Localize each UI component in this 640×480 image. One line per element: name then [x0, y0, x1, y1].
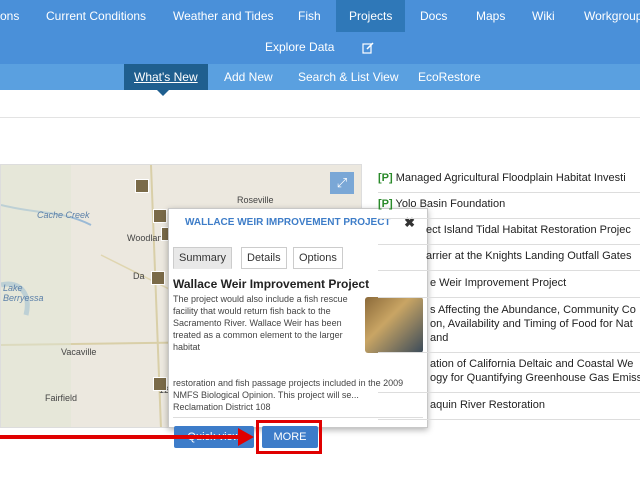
- sub-nav-add-new[interactable]: Add New: [224, 64, 273, 90]
- project-photo: [365, 297, 423, 353]
- nav-item-fish[interactable]: Fish: [298, 0, 321, 32]
- nav-item-maps[interactable]: Maps: [476, 0, 505, 32]
- nav-item-wiki[interactable]: Wiki: [532, 0, 555, 32]
- map-project-marker[interactable]: [153, 209, 167, 223]
- project-popup: WALLACE WEIR IMPROVEMENT PROJECT ✖ Summa…: [168, 208, 428, 428]
- list-item[interactable]: ation of California Deltaic and Coastal …: [430, 358, 640, 370]
- nav-item-weather-and-tides[interactable]: Weather and Tides: [173, 0, 274, 32]
- list-item[interactable]: e Weir Improvement Project: [430, 277, 640, 289]
- list-divider: [378, 297, 640, 298]
- list-divider: [378, 192, 640, 193]
- nav-item-docs[interactable]: Docs: [420, 0, 447, 32]
- list-divider: [378, 419, 640, 420]
- map-label-roseville: Roseville: [237, 195, 274, 205]
- map-project-marker[interactable]: [153, 377, 167, 391]
- explore-data-link[interactable]: Explore Data: [265, 32, 334, 62]
- nav-item-projects[interactable]: Projects: [336, 0, 406, 32]
- annotation-highlight-box: [256, 420, 322, 454]
- popup-agency: Reclamation District 108: [173, 402, 271, 412]
- nav-item-ons[interactable]: ons: [0, 0, 19, 32]
- popup-tab-options[interactable]: Options: [293, 247, 343, 269]
- sub-nav-whats-new[interactable]: What's New: [124, 64, 208, 90]
- map-label-berryessa: Berryessa: [3, 293, 44, 303]
- active-tab-caret: [156, 89, 170, 96]
- list-item[interactable]: and: [430, 332, 640, 344]
- sub-nav-ecorestore[interactable]: EcoRestore: [418, 64, 481, 90]
- map-label-fairfield: Fairfield: [45, 393, 78, 403]
- sub-nav-search-list-view[interactable]: Search & List View: [298, 64, 399, 90]
- top-nav-row: ons Current Conditions Weather and Tides…: [0, 0, 640, 32]
- sub-navigation-bar: What's New Add New Search & List View Ec…: [0, 64, 640, 90]
- popup-tab-summary[interactable]: Summary: [173, 247, 233, 269]
- edit-icon[interactable]: [362, 32, 374, 62]
- annotation-arrow-head: [238, 428, 254, 446]
- popup-title: WALLACE WEIR IMPROVEMENT PROJECT: [185, 217, 391, 228]
- list-item[interactable]: [P] Managed Agricultural Floodplain Habi…: [378, 172, 640, 184]
- nav-item-current-conditions[interactable]: Current Conditions: [46, 0, 146, 32]
- popup-tab-details[interactable]: Details: [241, 247, 287, 269]
- list-divider: [378, 352, 640, 353]
- list-item[interactable]: ogy for Quantifying Greenhouse Gas Emiss: [430, 372, 640, 384]
- list-item[interactable]: [P] Yolo Basin Foundation: [378, 198, 640, 210]
- list-divider: [378, 218, 640, 219]
- map-label-cache-creek: Cache Creek: [37, 210, 90, 220]
- popup-summary-text-more: restoration and fish passage projects in…: [173, 378, 404, 400]
- popup-summary-text: The project would also include a fish re…: [173, 294, 348, 352]
- map-project-marker[interactable]: [135, 179, 149, 193]
- project-type-tag: [P]: [378, 198, 393, 210]
- map-label-lake: Lake: [3, 283, 23, 293]
- popup-project-heading: Wallace Weir Improvement Project: [173, 277, 370, 291]
- list-divider: [378, 270, 640, 271]
- top-navigation-bar: ons Current Conditions Weather and Tides…: [0, 0, 640, 64]
- map-project-marker[interactable]: [151, 271, 165, 285]
- list-item[interactable]: s Affecting the Abundance, Community Co: [430, 304, 640, 316]
- list-item[interactable]: aquin River Restoration: [430, 399, 640, 411]
- map-label-vacaville: Vacaville: [61, 347, 97, 357]
- annotation-arrow-shaft: [0, 435, 240, 439]
- nav-item-workgroup[interactable]: Workgroup: [584, 0, 640, 32]
- project-title: Managed Agricultural Floodplain Habitat …: [392, 172, 626, 184]
- section-divider: [0, 117, 640, 118]
- expand-icon[interactable]: ⤢: [330, 172, 354, 194]
- list-divider: [378, 392, 640, 393]
- list-item[interactable]: ect Island Tidal Habitat Restoration Pro…: [426, 224, 640, 236]
- list-item[interactable]: on, Availability and Timing of Food for …: [430, 318, 640, 330]
- project-type-tag: [P]: [378, 172, 393, 184]
- list-item[interactable]: arrier at the Knights Landing Outfall Ga…: [426, 250, 640, 262]
- list-divider: [378, 244, 640, 245]
- project-title: Yolo Basin Foundation: [392, 198, 506, 210]
- popup-summary-text-continued: restoration and fish passage projects in…: [173, 377, 423, 413]
- popup-divider: [173, 417, 423, 418]
- map-label-davis: Da: [133, 271, 145, 281]
